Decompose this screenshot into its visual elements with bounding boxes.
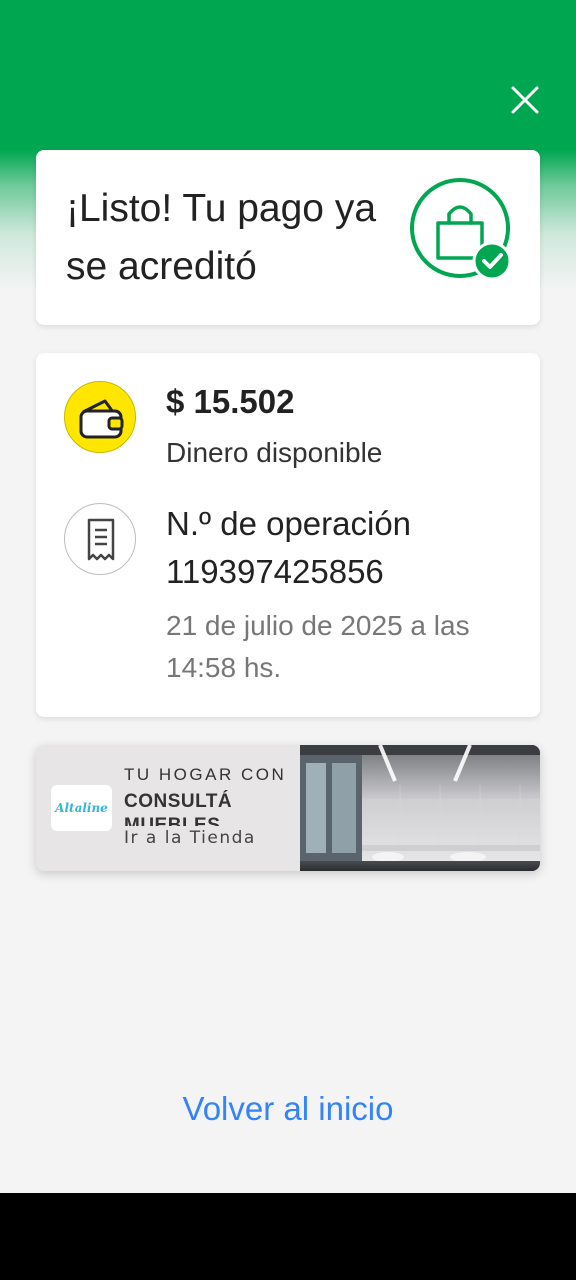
store-ad-banner[interactable]: Altaline TU HOGAR CON CONSULTÁ MUEBLES I…	[36, 745, 540, 871]
system-navigation-bar	[0, 1193, 576, 1280]
available-amount: $ 15.502	[166, 383, 295, 420]
success-card: ¡Listo! Tu pago ya se acreditó	[36, 150, 540, 325]
operation-label: N.º de operación	[166, 505, 412, 542]
success-title: ¡Listo! Tu pago ya se acreditó	[66, 187, 377, 288]
store-logo: Altaline	[51, 785, 112, 831]
receipt-icon	[64, 503, 136, 575]
ad-headline: TU HOGAR CON	[124, 765, 287, 784]
close-icon	[511, 86, 539, 114]
operation-number: 119397425856	[166, 553, 384, 590]
close-button[interactable]	[505, 80, 545, 120]
ad-subheadline: CONSULTÁ MUEBLES	[124, 791, 233, 826]
go-to-store-link[interactable]: Ir a la Tienda	[124, 828, 256, 848]
shopping-bag-check-icon	[410, 178, 512, 281]
wallet-icon	[64, 381, 136, 453]
bathroom-image	[300, 745, 540, 871]
operation-date: 21 de julio de 2025 a las 14:58 hs.	[166, 610, 470, 683]
payment-details-card: $ 15.502 Dinero disponible N.º de operac…	[36, 353, 540, 717]
available-amount-label: Dinero disponible	[166, 437, 383, 468]
back-to-home-link[interactable]: Volver al inicio	[0, 1090, 576, 1128]
